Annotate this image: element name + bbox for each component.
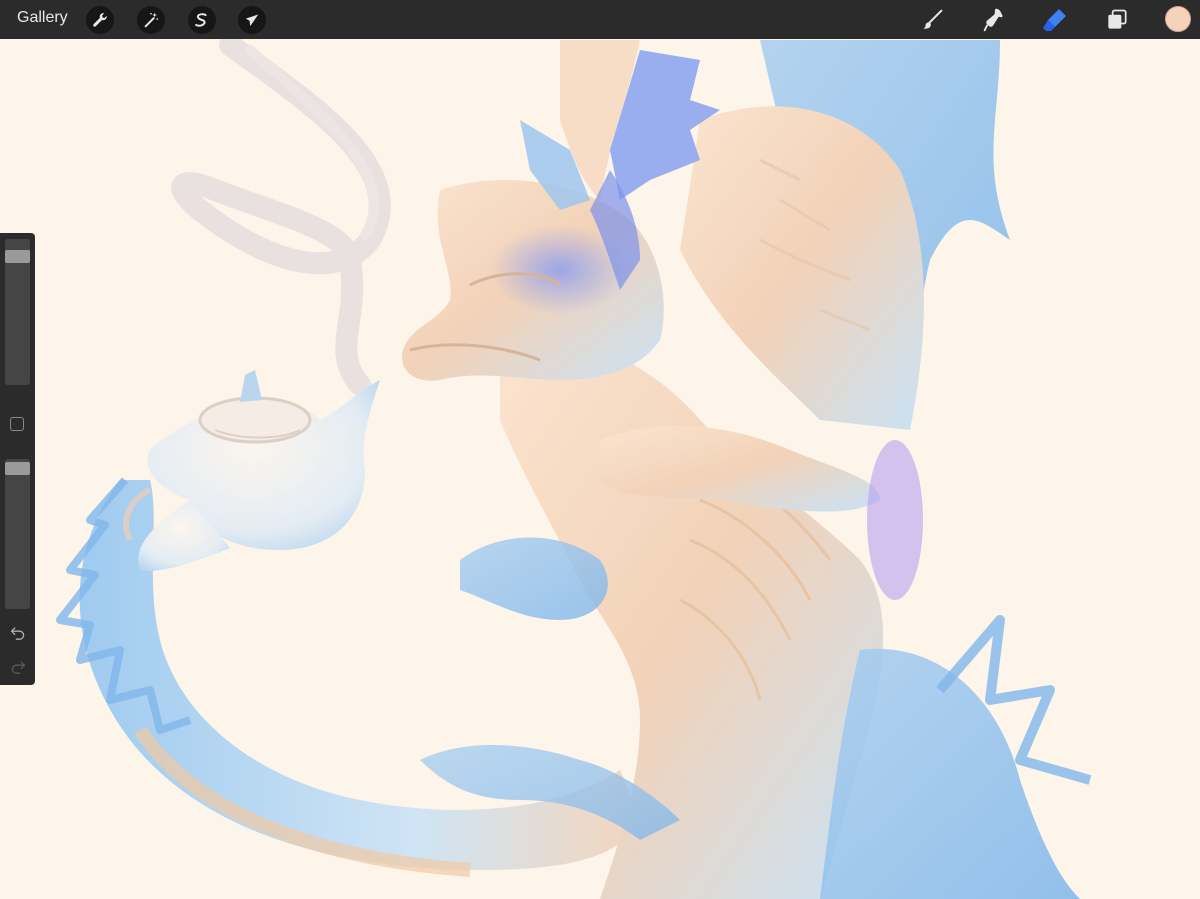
selection-button[interactable] [188,6,216,34]
dragon-artwork [56,39,1092,899]
arrow-cursor-icon [245,14,259,27]
redo-button[interactable] [8,656,28,676]
magic-wand-icon [144,12,159,28]
gallery-button[interactable]: Gallery [17,9,68,27]
brush-sidebar [0,233,35,685]
layers-icon [1108,9,1127,29]
opacity-slider[interactable] [5,459,30,609]
layers-button[interactable] [1102,5,1132,35]
actions-button[interactable] [86,6,114,34]
drawing-canvas[interactable] [0,39,1200,899]
wrench-icon [93,13,107,27]
redo-icon [11,661,26,674]
smudge-tool-button[interactable] [979,5,1009,35]
eraser-tool-button[interactable] [1040,5,1070,35]
square-modifier-icon[interactable] [10,417,24,431]
brush-size-thumb[interactable] [5,250,30,263]
smudge-icon [983,8,1003,32]
undo-button[interactable] [8,622,28,642]
color-picker-button[interactable] [1165,6,1191,32]
brush-icon [923,9,943,29]
selection-s-icon [195,13,207,27]
undo-icon [10,627,25,640]
eraser-icon [1043,9,1066,31]
adjustments-button[interactable] [137,6,165,34]
transform-button[interactable] [238,6,266,34]
top-toolbar: Gallery [0,0,1200,39]
opacity-thumb[interactable] [5,462,30,475]
brush-tool-button[interactable] [918,5,948,35]
